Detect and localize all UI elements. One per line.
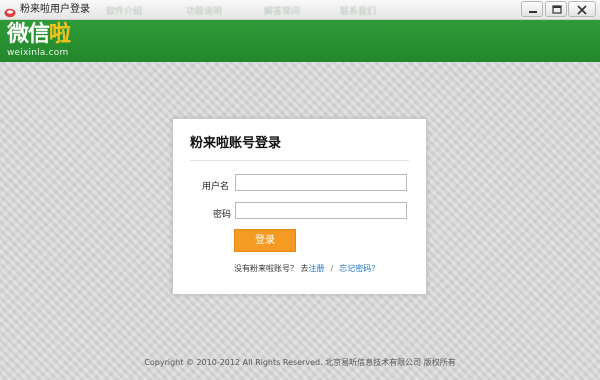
app-header: 软件介绍 功能说明 解答常问 联系我们 微信啦 weixinla.com	[0, 7, 600, 62]
nav-tab-intro[interactable]: 软件介绍	[106, 4, 142, 17]
forgot-password-link[interactable]: 忘记密码？	[339, 264, 379, 273]
logo-domain: weixinla.com	[7, 48, 69, 58]
header-nav: 软件介绍 功能说明 解答常问 联系我们	[0, 0, 600, 20]
logo-accent-text: 啦	[49, 22, 71, 47]
login-title: 粉来啦账号登录	[190, 136, 282, 151]
login-button[interactable]: 登录	[234, 229, 296, 252]
no-account-text: 没有粉来啦账号？ 去	[234, 264, 309, 273]
title-divider	[190, 160, 409, 161]
logo-text: 微信	[7, 22, 50, 47]
brand-logo: 微信啦	[7, 22, 71, 48]
nav-tab-contact[interactable]: 联系我们	[340, 4, 376, 17]
nav-tab-faq[interactable]: 解答常问	[264, 4, 300, 17]
copyright-footer: Copyright © 2010-2012 All Rights Reserve…	[144, 358, 456, 367]
password-label: 密码	[213, 210, 232, 220]
link-separator: /	[330, 264, 334, 273]
register-link[interactable]: 注册	[309, 264, 325, 273]
account-links: 没有粉来啦账号？ 去注册 / 忘记密码？	[234, 263, 379, 274]
username-label: 用户名	[202, 182, 230, 192]
login-panel: 粉来啦账号登录 用户名 密码 登录 没有粉来啦账号？ 去注册 / 忘记密码？	[172, 118, 427, 295]
nav-tab-features[interactable]: 功能说明	[186, 4, 222, 17]
password-input[interactable]	[235, 202, 407, 219]
username-input[interactable]	[235, 174, 407, 191]
